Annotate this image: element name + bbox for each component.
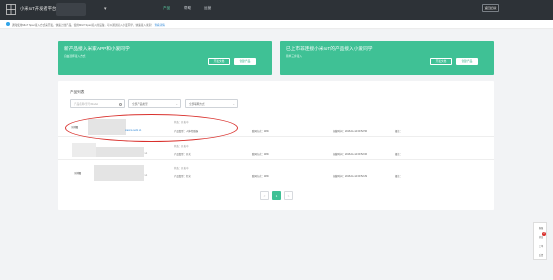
notice-text: 通知使用MIoT Spec接入方式来开发，快速上线产品，使用MIoT Spec接… <box>12 23 165 27</box>
connect-mode-value: 全部联网方式 <box>189 103 205 107</box>
banner-title: 已上市非连接小米IoT的产品接入小爱同学 <box>286 46 373 51</box>
info-icon <box>6 22 10 26</box>
chevron-down-icon[interactable]: ▾ <box>104 6 107 12</box>
message-count-badge: 2 <box>542 232 546 236</box>
product-image-redacted <box>72 143 96 157</box>
product-note: 备注： <box>395 130 403 133</box>
connect-mode-select[interactable]: 全部联网方式 ⌄ <box>185 99 238 108</box>
create-product-button[interactable]: 创建产品 <box>234 58 256 65</box>
back-to-old-version-button[interactable]: 返回旧版 <box>482 4 499 12</box>
table-row[interactable]: 示例图 .v1 状态：开发中 产品类型：灯光 联网方式：WiFi 创建时间：20… <box>58 161 494 182</box>
product-connect: 联网方式：WiFi <box>252 175 269 178</box>
notice-details-link[interactable]: 查看详情 <box>154 24 164 27</box>
nav-item-help[interactable]: 帮助 <box>184 6 191 11</box>
product-thumbnail: 示例图 <box>74 172 82 175</box>
dev-docs-button[interactable]: 开发文档 <box>208 58 230 65</box>
panel-title: 产品列表 <box>70 90 85 94</box>
chevron-down-icon: ⌄ <box>175 101 178 106</box>
product-model-link[interactable]: .v1 <box>144 174 147 177</box>
product-category: 产品类型：灯光 <box>174 175 191 178</box>
search-input[interactable]: 产品名称/型号/Model <box>70 99 125 108</box>
dev-docs-button[interactable]: 开发文档 <box>430 58 452 65</box>
banner-listed-product: 已上市非连接小米IoT的产品接入小爱同学 简单三步接入 开发文档 创建产品 <box>280 41 494 75</box>
product-connect: 联网方式：WiFi <box>252 153 269 156</box>
ticket-button[interactable]: 工单 <box>537 244 545 248</box>
banner-subtitle: 自由选择接入方式 <box>64 55 86 58</box>
feedback-button[interactable]: 反馈 <box>537 253 545 257</box>
product-note: 备注： <box>395 175 403 178</box>
top-navigation-bar: 小米IoT开发者平台 ▾ 产品 帮助 运营 返回旧版 <box>0 0 553 20</box>
product-note: 备注： <box>395 153 403 156</box>
product-name-redacted <box>96 147 144 157</box>
prev-page-button[interactable]: < <box>260 191 269 200</box>
account-switcher[interactable] <box>56 3 86 16</box>
product-status: 状态：开发中 <box>174 145 189 148</box>
platform-title[interactable]: 小米IoT开发者平台 <box>20 6 56 12</box>
chevron-down-icon: ⌄ <box>232 101 235 106</box>
nav-item-products[interactable]: 产品 <box>163 6 170 11</box>
annotation-ellipse <box>65 114 238 142</box>
product-status: 状态：开发中 <box>174 167 189 170</box>
next-page-button[interactable]: > <box>284 191 293 200</box>
product-created: 创建时间：2018-11-14 09:52:56 <box>333 130 367 133</box>
create-product-button[interactable]: 创建产品 <box>456 58 478 65</box>
search-icon[interactable] <box>118 102 122 106</box>
mi-iot-logo-icon <box>6 4 16 15</box>
product-image-redacted <box>94 165 144 181</box>
product-type-value: 全部产品类型 <box>132 103 148 107</box>
customer-service-button[interactable]: 客服 <box>537 226 545 230</box>
product-connect: 联网方式：WiFi <box>252 130 269 133</box>
page-1-button[interactable]: 1 <box>272 191 281 200</box>
banner-subtitle: 简单三步接入 <box>286 55 303 58</box>
product-model-link[interactable]: .v1 <box>144 152 147 155</box>
product-created: 创建时间：2018-11-14 09:52:29 <box>333 175 367 178</box>
banner-new-product: 新产品接入米家APP和小爱同学 自由选择接入方式 开发文档 创建产品 <box>58 41 272 75</box>
product-type-select[interactable]: 全部产品类型 ⌄ <box>128 99 181 108</box>
product-category: 产品类型：开关 <box>174 153 191 156</box>
nav-item-operations[interactable]: 运营 <box>204 6 211 11</box>
table-row[interactable]: .v1 状态：开发中 产品类型：开关 联网方式：WiFi 创建时间：2018-1… <box>58 139 494 160</box>
search-placeholder: 产品名称/型号/Model <box>74 103 99 107</box>
notice-bar: 通知使用MIoT Spec接入方式来开发，快速上线产品，使用MIoT Spec接… <box>0 20 553 29</box>
banner-title: 新产品接入米家APP和小爱同学 <box>64 46 130 51</box>
floating-help-bar: 客服 消息 2 工单 反馈 <box>533 222 547 260</box>
product-created: 创建时间：2018-11-14 09:52:06 <box>333 153 367 156</box>
